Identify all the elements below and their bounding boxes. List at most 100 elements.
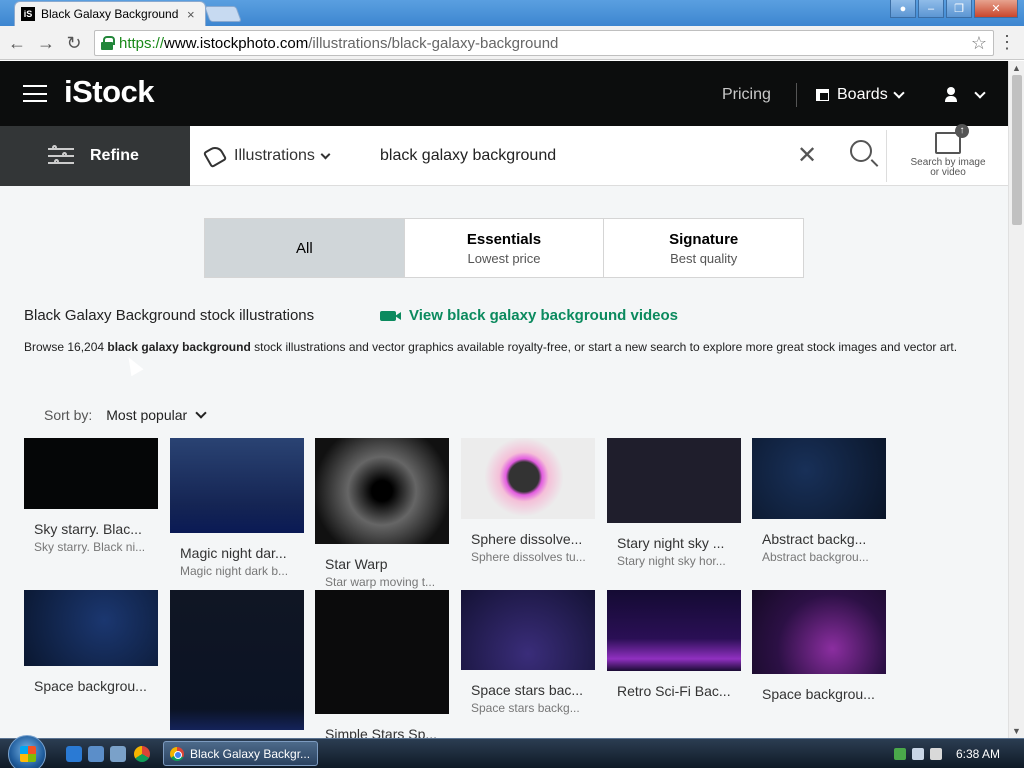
image-card[interactable]: Space stars bac... Space stars backg...: [461, 590, 595, 715]
maximize-button[interactable]: ❐: [946, 0, 972, 18]
image-card[interactable]: Simple Stars Sp...: [315, 590, 449, 738]
sort-dropdown[interactable]: Most popular: [106, 407, 207, 423]
taskbar-chrome-window[interactable]: Black Galaxy Backgr...: [163, 741, 318, 766]
istock-favicon-icon: iS: [21, 7, 35, 21]
scrollbar-thumb[interactable]: [1012, 75, 1022, 225]
minimize-button[interactable]: –: [918, 0, 944, 18]
chrome-icon[interactable]: [134, 746, 150, 762]
account-menu[interactable]: [944, 87, 986, 103]
tab-essentials[interactable]: Essentials Lowest price: [405, 219, 605, 277]
view-videos-link[interactable]: View black galaxy background videos: [380, 307, 678, 324]
tab-label: Essentials: [466, 230, 542, 248]
image-subtitle: Stary night sky hor...: [617, 554, 726, 568]
image-thumbnail[interactable]: [315, 590, 449, 714]
chevron-down-icon: [320, 149, 331, 159]
address-bar[interactable]: https:// www.istockphoto.com /illustrati…: [94, 30, 994, 56]
clock[interactable]: 6:38 AM: [956, 747, 1000, 761]
image-card[interactable]: Space backgrou...: [24, 590, 158, 694]
search-icon[interactable]: [850, 140, 872, 162]
boards-icon: [816, 89, 829, 101]
tab-label: All: [296, 239, 313, 257]
close-window-button[interactable]: ✕: [974, 0, 1018, 18]
image-thumbnail[interactable]: [24, 590, 158, 666]
network-icon[interactable]: [894, 748, 906, 760]
image-card[interactable]: Space backgrou...: [752, 590, 886, 702]
boards-menu[interactable]: Boards: [816, 86, 905, 104]
show-desktop-icon[interactable]: [88, 746, 104, 762]
hamburger-menu-icon[interactable]: [23, 85, 47, 102]
image-title: Retro Sci-Fi Bac...: [617, 683, 731, 699]
scroll-up-icon[interactable]: ▲: [1012, 63, 1021, 73]
image-thumbnail[interactable]: [170, 590, 304, 730]
image-thumbnail[interactable]: [461, 590, 595, 670]
pricing-link[interactable]: Pricing: [722, 86, 771, 104]
url-path: /illustrations/black-galaxy-background: [308, 34, 559, 52]
image-card[interactable]: Abstract backg... Abstract backgrou...: [752, 438, 886, 564]
image-card[interactable]: Magic night dar... Magic night dark b...: [170, 438, 304, 578]
media-type-dropdown[interactable]: Illustrations: [202, 143, 331, 169]
url-host: www.istockphoto.com: [164, 34, 309, 52]
web-page: iStock Pricing Boards Refine Illustratio…: [0, 61, 1008, 738]
image-card[interactable]: Retro Sci-Fi Bac...: [607, 590, 741, 699]
image-thumbnail[interactable]: [752, 590, 886, 674]
taskbar-window-title: Black Galaxy Backgr...: [190, 746, 311, 761]
image-title: Simple Stars Sp...: [325, 726, 438, 738]
image-thumbnail[interactable]: [315, 438, 449, 544]
image-thumbnail[interactable]: [170, 438, 304, 533]
back-icon[interactable]: ←: [6, 32, 28, 54]
reload-icon[interactable]: ↻: [63, 32, 85, 54]
image-title: Sky starry. Blac...: [34, 521, 142, 537]
sort-label: Sort by:: [44, 407, 93, 423]
image-thumbnail[interactable]: [752, 438, 886, 519]
secure-lock-icon: [101, 36, 115, 50]
volume-muted-icon[interactable]: [930, 748, 942, 760]
videos-link-label: View black galaxy background videos: [409, 307, 678, 324]
display-icon[interactable]: [912, 748, 924, 760]
sort-value: Most popular: [106, 407, 188, 423]
image-thumbnail[interactable]: [607, 590, 741, 671]
mouse-cursor-icon: [122, 353, 144, 377]
search-by-image-button[interactable]: Search by image or video: [900, 124, 996, 178]
image-subtitle: Space stars backg...: [471, 701, 580, 715]
tab-all[interactable]: All: [205, 219, 405, 277]
image-grid: Sky starry. Blac... Sky starry. Black ni…: [24, 438, 894, 738]
switch-windows-icon[interactable]: [110, 746, 126, 762]
tab-close-icon[interactable]: ×: [187, 7, 195, 22]
start-button-icon[interactable]: [8, 735, 46, 768]
image-thumbnail[interactable]: [607, 438, 741, 523]
new-tab-button[interactable]: [204, 6, 242, 22]
media-type-label: Illustrations: [234, 147, 315, 164]
image-title: Stary night sky ...: [617, 535, 725, 551]
search-input[interactable]: black galaxy background: [380, 147, 556, 165]
forward-icon[interactable]: →: [35, 32, 57, 54]
image-card[interactable]: [170, 590, 304, 730]
chevron-down-icon: [195, 407, 207, 419]
image-card[interactable]: Stary night sky ... Stary night sky hor.…: [607, 438, 741, 568]
browser-tab[interactable]: iS Black Galaxy Background ×: [14, 1, 206, 26]
filter-sliders-icon: [48, 145, 74, 166]
results-title: Black Galaxy Background stock illustrati…: [24, 307, 315, 324]
clear-search-icon[interactable]: ✕: [797, 144, 817, 168]
browser-menu-icon[interactable]: ⋮: [998, 32, 1016, 52]
tab-sublabel: Best quality: [670, 250, 738, 266]
image-card[interactable]: Sky starry. Blac... Sky starry. Black ni…: [24, 438, 158, 554]
boards-label: Boards: [837, 86, 888, 103]
sort-control: Sort by: Most popular: [44, 407, 207, 423]
ie-icon[interactable]: [66, 746, 82, 762]
search-by-image-label-2: or video: [930, 167, 966, 178]
image-card[interactable]: Sphere dissolve... Sphere dissolves tu..…: [461, 438, 595, 564]
image-thumbnail[interactable]: [461, 438, 595, 519]
refine-button[interactable]: Refine: [0, 126, 190, 186]
search-bar: Refine Illustrations black galaxy backgr…: [0, 124, 1008, 186]
user-profile-icon[interactable]: ●: [890, 0, 916, 18]
tab-signature[interactable]: Signature Best quality: [604, 219, 803, 277]
scroll-down-icon[interactable]: ▼: [1012, 726, 1021, 736]
image-thumbnail[interactable]: [24, 438, 158, 509]
windows-taskbar: Black Galaxy Backgr... 6:38 AM: [0, 735, 1024, 768]
image-card[interactable]: Star Warp Star warp moving t...: [315, 438, 449, 589]
bookmark-star-icon[interactable]: ☆: [971, 33, 987, 54]
istock-logo[interactable]: iStock: [64, 74, 155, 110]
image-subtitle: Sky starry. Black ni...: [34, 540, 146, 554]
illustration-brush-icon: [202, 143, 228, 169]
page-scrollbar[interactable]: ▲ ▼: [1008, 61, 1024, 738]
